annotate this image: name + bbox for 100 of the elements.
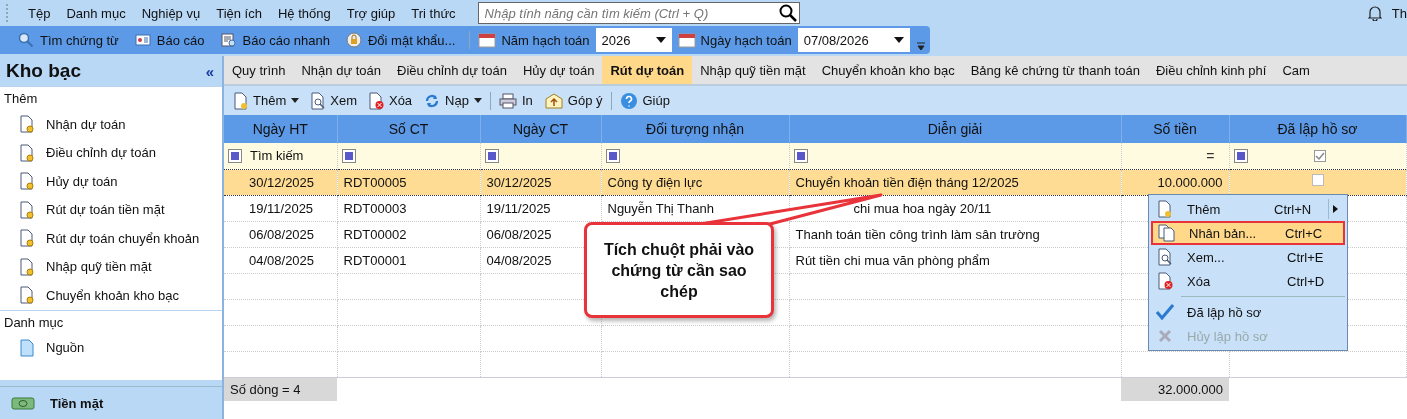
toolbar-button[interactable]: Báo cáo nhanh bbox=[212, 32, 338, 48]
tab[interactable]: Chuyển khoản kho bạc bbox=[813, 56, 963, 84]
table-cell: Chuyển khoản tiền điện tháng 12/2025 bbox=[795, 174, 1019, 190]
year-label: Năm hạch toán bbox=[500, 32, 591, 48]
tab[interactable]: Điều chỉnh kinh phí bbox=[1147, 56, 1275, 84]
toolbar-button[interactable]: Đổi mật khẩu... bbox=[338, 32, 464, 48]
checkmark-icon bbox=[1156, 304, 1174, 320]
document-icon bbox=[20, 229, 34, 248]
filter-mode-icon[interactable] bbox=[341, 148, 356, 163]
sidebar-item[interactable]: Nguồn bbox=[0, 333, 222, 362]
column-header[interactable]: Đã lập hồ sơ bbox=[1229, 115, 1406, 143]
filter-mode-icon[interactable] bbox=[793, 148, 808, 163]
table-cell: RDT00001 bbox=[343, 252, 407, 268]
toolbar-button[interactable]: Giúp bbox=[613, 91, 676, 110]
caret-icon[interactable] bbox=[291, 98, 300, 103]
toolbar-button[interactable]: Thêm bbox=[228, 91, 306, 110]
menu-item[interactable]: Nhân bản... Ctrl+C bbox=[1151, 221, 1345, 245]
sidebar-item[interactable]: Nhận dự toán bbox=[0, 110, 222, 139]
tab[interactable]: Nhận dự toán bbox=[293, 56, 389, 84]
toolbar-button[interactable]: Nạp bbox=[418, 92, 488, 109]
checkbox[interactable] bbox=[1311, 173, 1324, 186]
table-cell: RDT00005 bbox=[343, 174, 407, 190]
toolbar-button[interactable]: In bbox=[492, 92, 539, 109]
filter-checkbox[interactable] bbox=[1313, 149, 1326, 162]
menu-item[interactable]: Tệp bbox=[20, 5, 59, 21]
document-delete-icon bbox=[368, 91, 384, 110]
section-header: Thêm bbox=[0, 86, 222, 110]
date-picker[interactable]: 07/08/2026 bbox=[797, 28, 910, 52]
filter-mode-icon[interactable] bbox=[228, 148, 242, 163]
report-search-icon bbox=[220, 32, 237, 48]
splitter-handle[interactable] bbox=[0, 380, 222, 386]
document-search-icon bbox=[311, 91, 326, 110]
sidebar-item[interactable]: Điều chỉnh dự toán bbox=[0, 138, 222, 167]
menu-item[interactable]: Nghiệp vụ bbox=[133, 5, 209, 21]
document-add-icon bbox=[234, 91, 248, 110]
tab[interactable]: Cam bbox=[1274, 56, 1318, 84]
overflow-icon[interactable] bbox=[915, 39, 926, 51]
search-icon[interactable] bbox=[778, 4, 797, 22]
column-header[interactable]: Đối tượng nhận bbox=[601, 115, 789, 143]
toolbar-button[interactable]: Tìm chứng từ bbox=[10, 32, 127, 48]
document-icon bbox=[20, 115, 34, 134]
menu-item[interactable]: Xem... Ctrl+E bbox=[1151, 245, 1345, 269]
selected-row[interactable]: 30/12/2025 RDT00005 30/12/2025 Công ty điện lực Chuyển khoản tiền điện tháng 12/2025 10.000.000 bbox=[224, 169, 1406, 195]
table-cell: RDT00002 bbox=[343, 226, 407, 242]
document-icon bbox=[20, 143, 34, 162]
filter-mode-icon[interactable] bbox=[605, 148, 620, 163]
menu-item[interactable]: Trợ giúp bbox=[338, 5, 404, 21]
column-header[interactable]: Diễn giải bbox=[789, 115, 1121, 143]
caret-icon[interactable] bbox=[473, 98, 482, 103]
table-cell: Thanh toán tiền công trình làm sân trường bbox=[795, 226, 1040, 242]
cross-icon bbox=[1158, 329, 1172, 343]
tab[interactable]: Điều chỉnh dự toán bbox=[389, 56, 515, 84]
table-cell: chi mua hoa ngày 20/11 bbox=[853, 200, 992, 216]
sidebar-item[interactable]: Hủy dự toán bbox=[0, 167, 222, 196]
tab[interactable]: Hủy dự toán bbox=[514, 56, 603, 84]
module-button[interactable]: Tiền mặt bbox=[0, 386, 222, 419]
column-header[interactable]: Ngày CT bbox=[480, 115, 601, 143]
menu-item[interactable]: Đã lập hồ sơ bbox=[1151, 300, 1345, 324]
sidebar-title: Kho bạc bbox=[6, 60, 81, 82]
column-header[interactable]: Số tiền bbox=[1121, 115, 1229, 143]
filter-mode-icon[interactable] bbox=[1233, 148, 1248, 163]
year-select[interactable]: 2026 bbox=[595, 28, 672, 52]
document-icon bbox=[20, 286, 34, 305]
menu-item[interactable]: Tri thức bbox=[403, 5, 464, 21]
sidebar-item[interactable]: Chuyển khoản kho bạc bbox=[0, 281, 222, 310]
menu-item[interactable]: Tiện ích bbox=[208, 5, 270, 21]
tab[interactable]: Bảng kê chứng từ thanh toán bbox=[962, 56, 1148, 84]
tab[interactable]: Nhập quỹ tiền mặt bbox=[692, 56, 814, 84]
table-cell: 04/08/2025 bbox=[249, 252, 315, 268]
column-header[interactable]: Số CT bbox=[337, 115, 480, 143]
section-header: Danh mục bbox=[0, 309, 222, 334]
table-cell: Rút tiền chi mua văn phòng phẩm bbox=[795, 252, 990, 268]
total-amount: 32.000.000 bbox=[1121, 377, 1229, 401]
menu-item[interactable]: Thêm Ctrl+N bbox=[1151, 197, 1345, 221]
table-cell: 30/12/2025 bbox=[486, 174, 552, 190]
user-name[interactable]: Th bbox=[1391, 5, 1407, 21]
menu-item[interactable]: Xóa Ctrl+D bbox=[1151, 269, 1345, 293]
toolbar-button[interactable]: Góp ý bbox=[538, 92, 609, 109]
search-field[interactable]: Nhập tính năng cần tìm kiếm (Ctrl + Q) bbox=[477, 2, 800, 24]
menu-item[interactable]: Danh mục bbox=[58, 5, 134, 21]
sidebar-item[interactable]: Rút dự toán tiền mặt bbox=[0, 195, 222, 224]
table-cell: Nguyễn Thị Thanh bbox=[607, 200, 714, 216]
magnifier-icon bbox=[18, 32, 34, 48]
toolbar-button[interactable]: Xem bbox=[305, 91, 363, 110]
menu-item[interactable]: Hệ thống bbox=[269, 5, 339, 21]
sidebar-item[interactable]: Nhập quỹ tiền mặt bbox=[0, 252, 222, 281]
tab[interactable]: Rút dự toán bbox=[602, 56, 693, 84]
toolbar-button[interactable]: Báo cáo bbox=[126, 32, 213, 48]
sidebar-item[interactable]: Rút dự toán chuyển khoản bbox=[0, 224, 222, 253]
table-cell: 06/08/2025 bbox=[486, 226, 552, 242]
filter-mode-icon[interactable] bbox=[484, 148, 499, 163]
table-cell: 30/12/2025 bbox=[249, 174, 315, 190]
tab[interactable]: Quy trình bbox=[224, 56, 294, 84]
table-cell: Công ty điện lực bbox=[607, 174, 703, 190]
column-header[interactable]: Ngày HT bbox=[224, 115, 337, 143]
bell-icon[interactable] bbox=[1367, 5, 1382, 21]
filter-operator[interactable]: = bbox=[1206, 147, 1215, 164]
toolbar-button[interactable]: Xóa bbox=[362, 91, 419, 110]
lock-icon bbox=[346, 32, 362, 48]
collapse-button[interactable]: « bbox=[203, 62, 216, 80]
